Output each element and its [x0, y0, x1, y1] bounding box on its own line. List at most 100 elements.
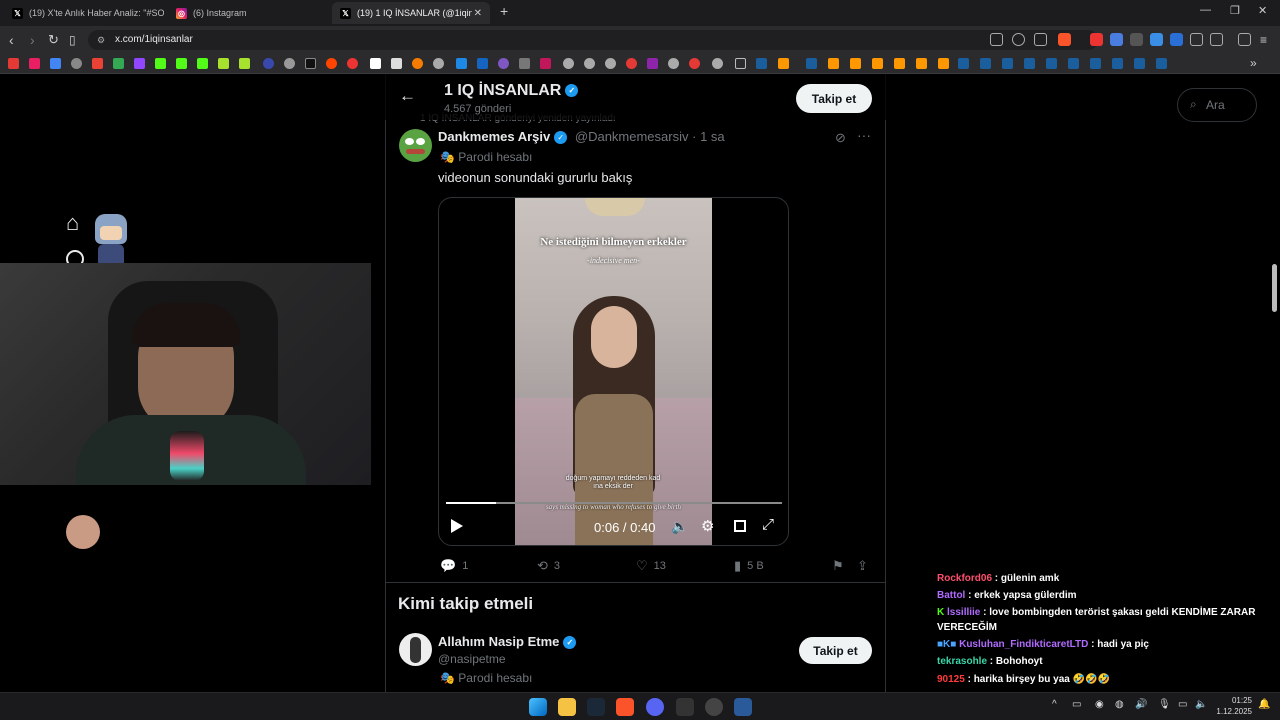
account-avatar[interactable] — [66, 515, 100, 549]
forward-icon[interactable]: › — [30, 31, 35, 49]
youtube-icon[interactable] — [8, 58, 19, 69]
bookmark-icon[interactable] — [433, 58, 444, 69]
page-scrollbar[interactable] — [1272, 264, 1277, 312]
steam-icon[interactable] — [980, 58, 991, 69]
suggested-follow-button[interactable]: Takip et — [799, 637, 872, 664]
bookmark-icon[interactable] — [263, 58, 274, 69]
network-icon[interactable]: ▭ — [1178, 699, 1187, 710]
bookmark-icon[interactable] — [218, 58, 229, 69]
maximize-icon[interactable]: ❐ — [1230, 4, 1240, 17]
tweet-time[interactable]: · 1 sa — [692, 129, 725, 144]
reddit-icon[interactable] — [326, 58, 337, 69]
volume-icon[interactable]: 🔈 — [1195, 699, 1207, 710]
bookmark-icon[interactable] — [626, 58, 637, 69]
cast-icon[interactable] — [990, 33, 1003, 46]
minimize-icon[interactable]: — — [1200, 4, 1211, 16]
like-button[interactable]: ♡ 13 — [636, 558, 666, 574]
steam-icon[interactable] — [1090, 58, 1101, 69]
picture-in-picture-icon[interactable] — [734, 520, 746, 532]
reply-button[interactable]: 💬 1 — [440, 558, 468, 574]
steam-icon[interactable] — [1024, 58, 1035, 69]
address-bar[interactable]: ⚙ x.com/1iqinsanlar — [88, 30, 1098, 50]
bookmark-icon[interactable] — [540, 58, 551, 69]
bookmark-icon[interactable] — [916, 58, 927, 69]
video-player[interactable]: Ne istediğini bilmeyen erkekler -indecis… — [438, 197, 789, 546]
grok-icon[interactable]: ⊘ — [835, 130, 846, 146]
fullscreen-icon[interactable]: ⤢ — [762, 516, 774, 533]
bookmark-icon[interactable]: ▯ — [69, 31, 76, 49]
steam-icon[interactable] — [1046, 58, 1057, 69]
bookmark-icon[interactable] — [938, 58, 949, 69]
share-button[interactable]: ⇪ — [857, 558, 874, 574]
steam-icon[interactable] — [1068, 58, 1079, 69]
steam-icon[interactable] — [1112, 58, 1123, 69]
share-icon[interactable] — [1034, 33, 1047, 46]
bookmark-icon[interactable] — [50, 58, 61, 69]
more-bookmarks-icon[interactable]: » — [1250, 56, 1257, 70]
bookmark-icon[interactable] — [712, 58, 723, 69]
extensions-puzzle-icon[interactable] — [1190, 33, 1203, 46]
suggested-user-handle[interactable]: @nasipetme — [438, 652, 506, 666]
play-icon[interactable] — [451, 519, 463, 533]
steam-icon[interactable] — [756, 58, 767, 69]
sidebar-icon[interactable] — [1210, 33, 1223, 46]
bookmark-icon[interactable] — [498, 58, 509, 69]
views-button[interactable]: ▮ 5 B — [734, 558, 764, 574]
steam-icon[interactable] — [1134, 58, 1145, 69]
extension-icon[interactable] — [1090, 33, 1103, 46]
suggested-user-avatar[interactable] — [399, 633, 432, 666]
author-name[interactable]: Dankmemes Arşiv — [438, 129, 550, 144]
steam-tray-icon[interactable]: ◍ — [1115, 699, 1124, 710]
home-icon[interactable]: ⌂ — [66, 210, 79, 236]
bookmark-icon[interactable] — [894, 58, 905, 69]
close-window-icon[interactable]: ✕ — [1258, 4, 1267, 17]
menu-icon[interactable]: ≡ — [1260, 31, 1267, 49]
volume-icon[interactable]: 🔈 — [671, 518, 688, 535]
drive-icon[interactable] — [113, 58, 124, 69]
tray-app-icon[interactable]: ◉ — [1095, 699, 1104, 710]
clock[interactable]: 01:25 1.12.2025 — [1216, 695, 1252, 717]
obs-icon[interactable] — [705, 698, 723, 716]
more-options-icon[interactable]: ··· — [857, 127, 871, 143]
extension-icon[interactable] — [1150, 33, 1163, 46]
bookmark-icon[interactable] — [391, 58, 402, 69]
media-icon[interactable] — [1238, 33, 1251, 46]
extension-icon[interactable] — [1130, 33, 1143, 46]
kick-icon[interactable] — [155, 58, 166, 69]
steam-icon[interactable] — [958, 58, 969, 69]
bookmark-icon[interactable] — [584, 58, 595, 69]
tab-1iq-insanlar[interactable]: 𝕏 (19) 1 IQ İNSANLAR (@1iqinsanlar ✕ — [332, 2, 490, 24]
back-icon[interactable]: ‹ — [9, 31, 14, 49]
steam-icon[interactable] — [806, 58, 817, 69]
steam-icon[interactable] — [587, 698, 605, 716]
extension-icon[interactable] — [1110, 33, 1123, 46]
discord-icon[interactable] — [646, 698, 664, 716]
bookmark-icon[interactable] — [71, 58, 82, 69]
file-explorer-icon[interactable] — [558, 698, 576, 716]
new-tab-icon[interactable]: + — [500, 3, 508, 19]
bookmark-icon[interactable] — [563, 58, 574, 69]
gmail-icon[interactable] — [92, 58, 103, 69]
bookmark-icon[interactable] — [647, 58, 658, 69]
bookmark-icon[interactable] — [828, 58, 839, 69]
kick-icon[interactable] — [176, 58, 187, 69]
repost-button[interactable]: ⟲ 3 — [537, 558, 560, 574]
instagram-icon[interactable] — [29, 58, 40, 69]
app-icon[interactable] — [734, 698, 752, 716]
microphone-icon[interactable]: 🎙 — [1158, 699, 1171, 710]
bookmark-icon[interactable] — [239, 58, 250, 69]
bookmark-icon[interactable] — [370, 58, 381, 69]
bookmark-icon[interactable] — [689, 58, 700, 69]
extension-icon[interactable] — [1170, 33, 1183, 46]
tab-instagram[interactable]: ◎ (6) Instagram — [168, 2, 328, 24]
settings-icon[interactable]: ⚙ — [701, 517, 714, 535]
bookmark-icon[interactable] — [519, 58, 530, 69]
suggested-user-name[interactable]: Allahım Nasip Etme ✓ — [438, 634, 577, 650]
kick-icon[interactable] — [197, 58, 208, 69]
x-logo-icon[interactable] — [305, 58, 316, 69]
bookmark-icon[interactable] — [668, 58, 679, 69]
battery-icon[interactable]: ▭ — [1072, 699, 1081, 710]
zoom-icon[interactable] — [1012, 33, 1025, 46]
bookmark-icon[interactable] — [605, 58, 616, 69]
bookmark-icon[interactable] — [850, 58, 861, 69]
